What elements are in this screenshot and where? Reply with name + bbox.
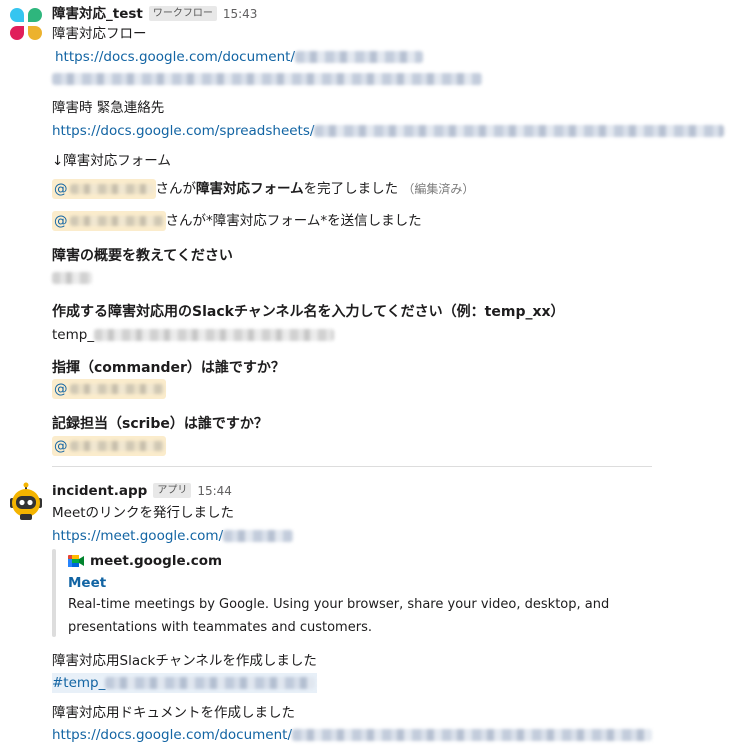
answer-scribe: @ [52, 436, 166, 456]
doc-link[interactable]: https://docs.google.com/document/ [55, 47, 424, 67]
user-mention[interactable]: @ [52, 211, 166, 231]
robot-avatar-icon[interactable] [8, 482, 44, 522]
doc-created-text: 障害対応用ドキュメントを作成しました [52, 705, 295, 721]
edited-label: （編集済み） [402, 182, 475, 196]
user-mention[interactable]: @ [52, 379, 166, 399]
workflow-avatar-icon[interactable] [8, 6, 44, 42]
channel-link[interactable]: #temp_ [52, 673, 318, 693]
answer-commander: @ [52, 379, 166, 399]
workflow-badge: ワークフロー [148, 6, 217, 21]
unfurl-site[interactable]: meet.google.com [68, 551, 222, 574]
emergency-contact-label: 障害時 緊急連絡先 [52, 100, 165, 116]
unfurl-description-line2: presentations with teammates and custome… [68, 620, 372, 635]
question-channel-name: 作成する障害対応用のSlackチャンネル名を入力してください（例：temp_xx… [52, 304, 565, 320]
unfurl-title[interactable]: Meet [68, 573, 106, 593]
timestamp[interactable]: 15:43 [223, 7, 258, 21]
question-commander: 指揮（commander）は誰ですか？ [52, 360, 285, 376]
form-completed-line: @ さんが障害対応フォームを完了しました （編集済み） [52, 179, 475, 199]
sender-name[interactable]: 障害対応_test [52, 6, 143, 22]
google-meet-icon [68, 554, 84, 574]
form-sent-line: @ さんが*障害対応フォーム*を送信しました [52, 211, 422, 231]
flow-title: 障害対応フロー [52, 26, 147, 42]
message-header: incident.app アプリ 15:44 [52, 481, 232, 501]
meet-issued-text: Meetのリンクを発行しました [52, 505, 235, 521]
message-header: 障害対応_test ワークフロー 15:43 [52, 4, 257, 24]
answer-channel-name: temp_ [52, 325, 335, 345]
channel-created-text: 障害対応用Slackチャンネルを作成しました [52, 653, 317, 669]
meet-link[interactable]: https://meet.google.com/ [52, 526, 294, 546]
user-mention[interactable]: @ [52, 179, 156, 199]
answer-summary [52, 268, 92, 288]
message-divider [52, 466, 652, 467]
timestamp[interactable]: 15:44 [197, 484, 232, 498]
sheet-link[interactable]: https://docs.google.com/spreadsheets/ [52, 121, 725, 141]
question-scribe: 記録担当（scribe）は誰ですか？ [52, 416, 268, 432]
created-doc-link[interactable]: https://docs.google.com/document/ [52, 725, 653, 745]
form-arrow-label: ↓障害対応フォーム [52, 153, 171, 169]
app-badge: アプリ [153, 483, 192, 498]
question-summary: 障害の概要を教えてください [52, 248, 233, 264]
unfurl-description-line1: Real-time meetings by Google. Using your… [68, 597, 610, 612]
unfurl-quote-bar [52, 549, 56, 637]
doc-link-continued[interactable] [52, 69, 482, 89]
user-mention[interactable]: @ [52, 436, 166, 456]
sender-name[interactable]: incident.app [52, 483, 147, 499]
